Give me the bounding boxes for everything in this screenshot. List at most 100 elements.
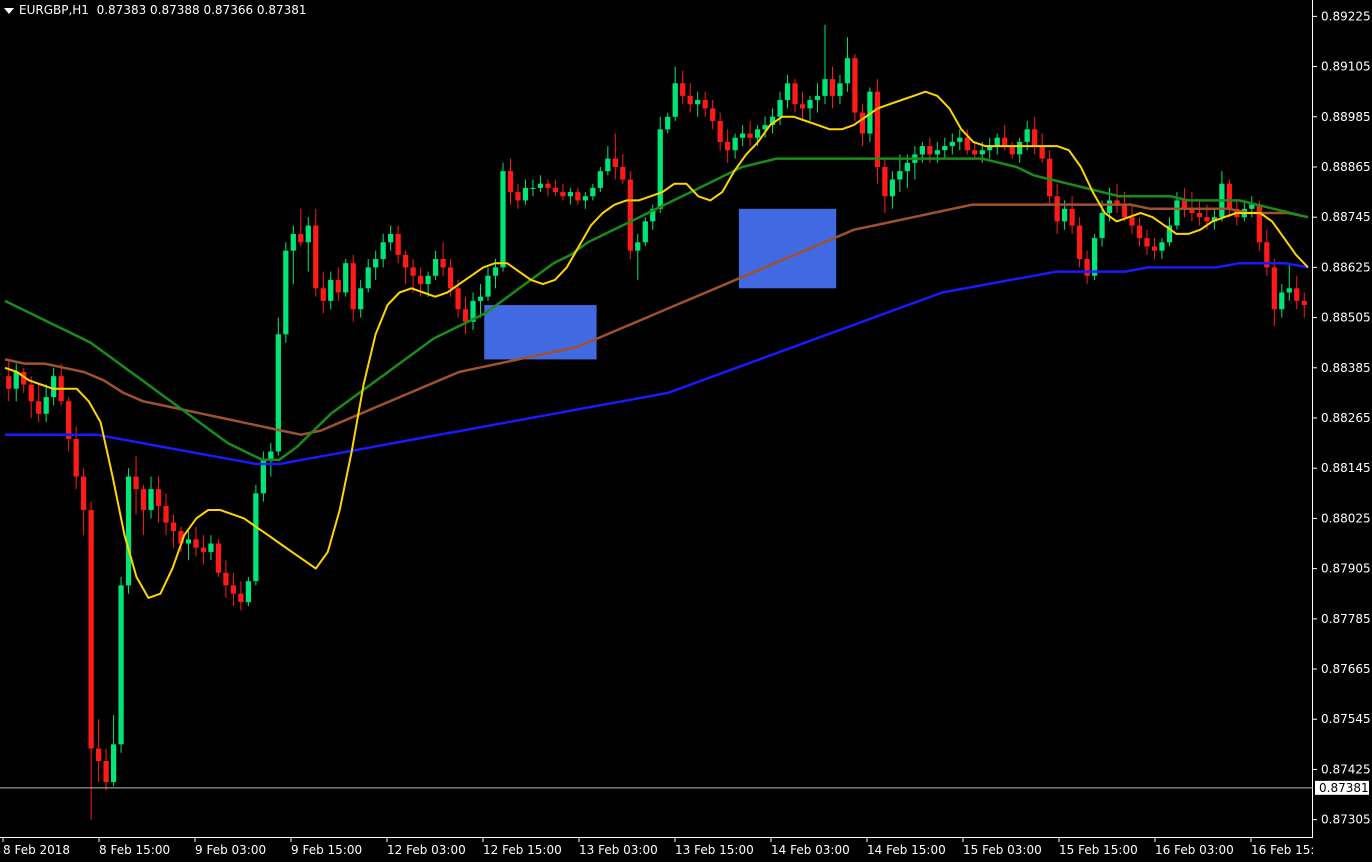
candle-body: [949, 141, 955, 147]
candle: [1069, 196, 1075, 234]
candle-body: [747, 133, 753, 138]
candle-body: [155, 489, 162, 506]
candle-body: [275, 334, 281, 452]
candle: [874, 79, 881, 184]
candle-body: [560, 192, 566, 197]
candle-body: [972, 150, 978, 155]
time-tick-label: 8 Feb 15:00: [99, 843, 170, 857]
candle-body: [1121, 204, 1128, 218]
candle: [36, 384, 42, 423]
candle: [665, 112, 671, 134]
candle-body: [507, 171, 514, 193]
time-tick-label: 15 Feb 03:00: [963, 843, 1042, 857]
candle: [1294, 275, 1300, 310]
candle-body: [485, 275, 491, 297]
candle-body: [515, 192, 521, 201]
candle-body: [635, 242, 641, 251]
candle-body: [140, 489, 147, 511]
candle: [313, 208, 319, 297]
candle-body: [979, 150, 985, 155]
candle-body: [732, 137, 738, 151]
candle: [88, 501, 94, 820]
candle: [485, 267, 491, 301]
candle: [575, 187, 581, 205]
candle-body: [710, 108, 716, 121]
candle-body: [1174, 200, 1180, 226]
candle-body: [620, 166, 626, 180]
candle-body: [1054, 196, 1060, 222]
candle-body: [1249, 204, 1255, 209]
candle: [710, 100, 716, 130]
candle-body: [73, 438, 79, 477]
candle: [552, 179, 559, 197]
candle: [81, 468, 87, 536]
candle: [597, 166, 603, 193]
candle-body: [365, 267, 371, 289]
candle-body: [208, 543, 214, 552]
candle-body: [1286, 288, 1292, 293]
candle-body: [1106, 200, 1113, 213]
candle-body: [103, 761, 109, 782]
candle: [1271, 259, 1277, 326]
candle-body: [889, 179, 896, 197]
candle: [1017, 137, 1023, 163]
candle: [687, 83, 693, 113]
candle: [193, 526, 199, 557]
candle: [1196, 200, 1203, 226]
candle-body: [477, 296, 484, 301]
candle: [1054, 183, 1060, 234]
candle-body: [605, 158, 611, 172]
candle-body: [238, 593, 244, 603]
candle: [223, 560, 229, 598]
candle-body: [874, 91, 881, 167]
time-tick-label: 13 Feb 15:00: [675, 843, 754, 857]
candle-body: [695, 100, 701, 105]
candle: [13, 363, 19, 402]
candle: [605, 146, 611, 176]
candle: [590, 183, 596, 201]
candle-body: [305, 225, 311, 243]
candle-body: [1196, 213, 1203, 218]
candle-body: [200, 547, 207, 552]
candle: [844, 37, 851, 92]
candle: [118, 576, 124, 753]
candle-body: [1062, 208, 1068, 222]
candle: [163, 493, 169, 536]
candle: [1047, 150, 1053, 205]
price-tick-label: 0.87305: [1321, 813, 1371, 827]
candle-body: [597, 171, 603, 188]
candle-body: [380, 242, 386, 260]
chart-area[interactable]: EURGBP,H1 0.87383 0.87388 0.87366 0.8738…: [0, 0, 1313, 838]
candle-body: [28, 384, 34, 402]
candle-body: [739, 133, 746, 138]
candle-body: [852, 58, 858, 113]
candle-body: [1047, 158, 1053, 197]
candle: [500, 162, 506, 272]
candle-body: [657, 129, 663, 209]
candle: [739, 125, 746, 147]
candle-body: [1091, 238, 1098, 276]
candle: [515, 183, 521, 209]
candle-body: [395, 233, 401, 255]
candle: [208, 535, 214, 561]
candle: [837, 74, 843, 105]
candle-body: [575, 192, 581, 201]
candle-body: [725, 141, 731, 151]
candle-body: [320, 288, 326, 301]
candle: [680, 70, 686, 105]
candle-body: [530, 187, 536, 189]
candle: [882, 158, 888, 213]
candle: [253, 484, 259, 586]
time-tick-label: 16 Feb 15:00: [1251, 843, 1313, 857]
collapse-triangle-icon[interactable]: [4, 7, 14, 14]
candle: [373, 250, 379, 280]
candle: [560, 183, 566, 201]
time-tick-label: 9 Feb 03:00: [195, 843, 266, 857]
price-tick-label: 0.88265: [1321, 411, 1371, 425]
candle: [957, 129, 963, 151]
candle-body: [403, 254, 409, 268]
candle-body: [665, 116, 671, 130]
price-chart[interactable]: [0, 0, 1313, 838]
candle: [155, 476, 162, 523]
candle: [290, 225, 296, 285]
